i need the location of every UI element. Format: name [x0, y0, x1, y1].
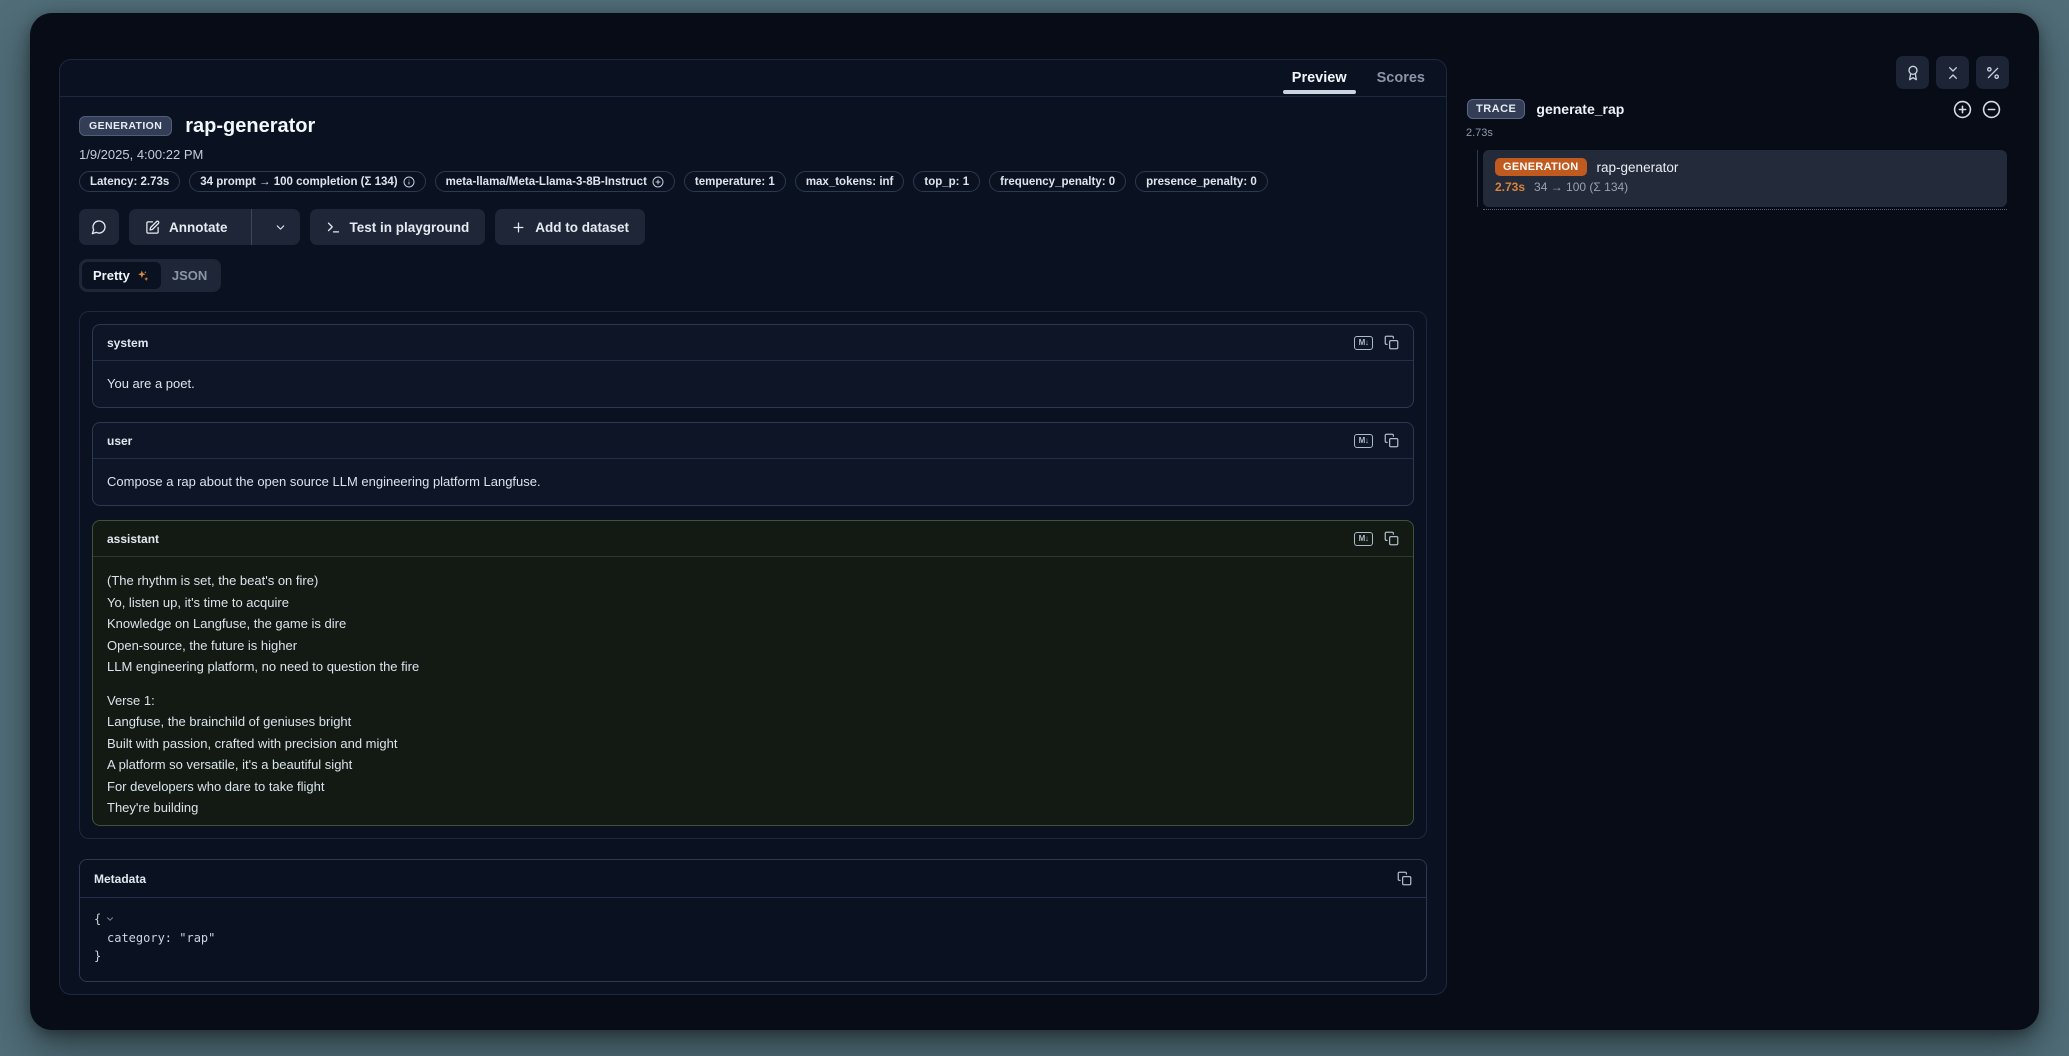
percent-metrics-button[interactable]: [1976, 56, 2009, 89]
parameter-pills: Latency: 2.73s 34 prompt → 100 completio…: [79, 171, 1427, 192]
terminal-icon: [326, 220, 341, 235]
annotation-queue-button[interactable]: [1896, 56, 1929, 89]
tree-guide-line: [1477, 150, 1478, 207]
pretty-json-toggle: Pretty JSON: [79, 259, 221, 292]
messages-container: system M↓ You are a poet. user: [79, 311, 1427, 839]
metadata-section: Metadata { category: "rap" }: [79, 859, 1427, 982]
app-window: Preview Scores GENERATION rap-generator …: [30, 13, 2039, 1030]
annotate-split-button: Annotate: [129, 209, 300, 245]
markdown-toggle-icon[interactable]: M↓: [1354, 532, 1373, 546]
comment-bubble-icon: [91, 219, 107, 235]
assistant-paragraph: Verse 1: Langfuse, the brainchild of gen…: [107, 690, 1399, 819]
model-pill[interactable]: meta-llama/Meta-Llama-3-8B-Instruct: [435, 171, 675, 192]
message-content: You are a poet.: [93, 361, 1413, 407]
page-title: rap-generator: [185, 115, 315, 138]
tab-preview[interactable]: Preview: [1277, 60, 1362, 96]
copy-icon[interactable]: [1384, 433, 1399, 448]
zoom-out-icon[interactable]: [1982, 100, 2001, 119]
latency-pill: Latency: 2.73s: [79, 171, 180, 192]
trace-header: TRACE generate_rap: [1467, 99, 1624, 119]
assistant-paragraph: (The rhythm is set, the beat's on fire) …: [107, 570, 1399, 678]
generation-type-badge: GENERATION: [79, 116, 172, 136]
tree-item-name: rap-generator: [1597, 160, 1679, 175]
collapse-panel-button[interactable]: [1936, 56, 1969, 89]
json-open-brace: {: [94, 910, 101, 929]
temperature-pill: temperature: 1: [684, 171, 786, 192]
chevrons-collapse-icon: [1945, 65, 1961, 81]
token-usage-pill[interactable]: 34 prompt → 100 completion (Σ 134): [189, 171, 425, 192]
user-message: user M↓ Compose a rap about the open sou…: [92, 422, 1414, 506]
annotate-dropdown-button[interactable]: [261, 209, 300, 245]
message-content: Compose a rap about the open source LLM …: [93, 459, 1413, 505]
copy-icon[interactable]: [1384, 531, 1399, 546]
toggle-pretty[interactable]: Pretty: [82, 262, 161, 289]
sparkles-icon: [136, 269, 150, 283]
max-tokens-pill: max_tokens: inf: [795, 171, 905, 192]
presence-penalty-pill: presence_penalty: 0: [1135, 171, 1268, 192]
trace-type-badge: TRACE: [1467, 99, 1525, 119]
percent-icon: [1985, 65, 2001, 81]
test-in-playground-button[interactable]: Test in playground: [310, 209, 486, 245]
markdown-toggle-icon[interactable]: M↓: [1354, 336, 1373, 350]
plus-icon: [511, 220, 526, 235]
metadata-title: Metadata: [94, 872, 146, 886]
observation-preview-panel: Preview Scores GENERATION rap-generator …: [59, 59, 1447, 995]
button-divider: [251, 209, 252, 245]
message-role-label: assistant: [107, 532, 159, 546]
zoom-in-icon[interactable]: [1953, 100, 1972, 119]
chevron-down-icon: [274, 221, 287, 234]
json-entry: category: "rap": [94, 929, 1412, 948]
tree-zoom-controls: [1953, 100, 2001, 119]
message-content: (The rhythm is set, the beat's on fire) …: [93, 557, 1413, 826]
copy-icon[interactable]: [1384, 335, 1399, 350]
circle-plus-icon[interactable]: [652, 176, 664, 188]
info-icon[interactable]: [403, 176, 415, 188]
copy-icon[interactable]: [1397, 871, 1412, 886]
timestamp: 1/9/2025, 4:00:22 PM: [79, 147, 1427, 163]
trace-name[interactable]: generate_rap: [1536, 101, 1624, 117]
trace-latency: 2.73s: [1466, 127, 1493, 139]
frequency-penalty-pill: frequency_penalty: 0: [989, 171, 1126, 192]
json-close-brace: }: [94, 947, 1412, 966]
collapse-chevron-icon[interactable]: [105, 914, 115, 924]
tree-item-generation[interactable]: GENERATION rap-generator 2.73s 34 → 100 …: [1483, 150, 2007, 207]
comment-button[interactable]: [79, 209, 119, 245]
pen-square-icon: [145, 220, 160, 235]
top-p-pill: top_p: 1: [913, 171, 980, 192]
assistant-message: assistant M↓ (The rhythm is set, the bea…: [92, 520, 1414, 826]
system-message: system M↓ You are a poet.: [92, 324, 1414, 408]
tree-item-latency: 2.73s: [1495, 180, 1525, 194]
message-role-label: user: [107, 434, 132, 448]
add-to-dataset-button[interactable]: Add to dataset: [495, 209, 645, 245]
generation-type-badge: GENERATION: [1495, 158, 1587, 176]
metadata-json: { category: "rap" }: [80, 898, 1426, 981]
preview-tabbar: Preview Scores: [60, 60, 1446, 97]
annotate-button[interactable]: Annotate: [129, 209, 242, 245]
toggle-json[interactable]: JSON: [161, 262, 218, 289]
tab-scores[interactable]: Scores: [1362, 60, 1440, 96]
panel-action-icons: [1896, 56, 2009, 89]
tree-item-separator: [1483, 209, 2007, 210]
message-role-label: system: [107, 336, 148, 350]
markdown-toggle-icon[interactable]: M↓: [1354, 434, 1373, 448]
tree-item-tokens: 34 → 100 (Σ 134): [1534, 180, 1628, 194]
award-icon: [1905, 65, 1921, 81]
